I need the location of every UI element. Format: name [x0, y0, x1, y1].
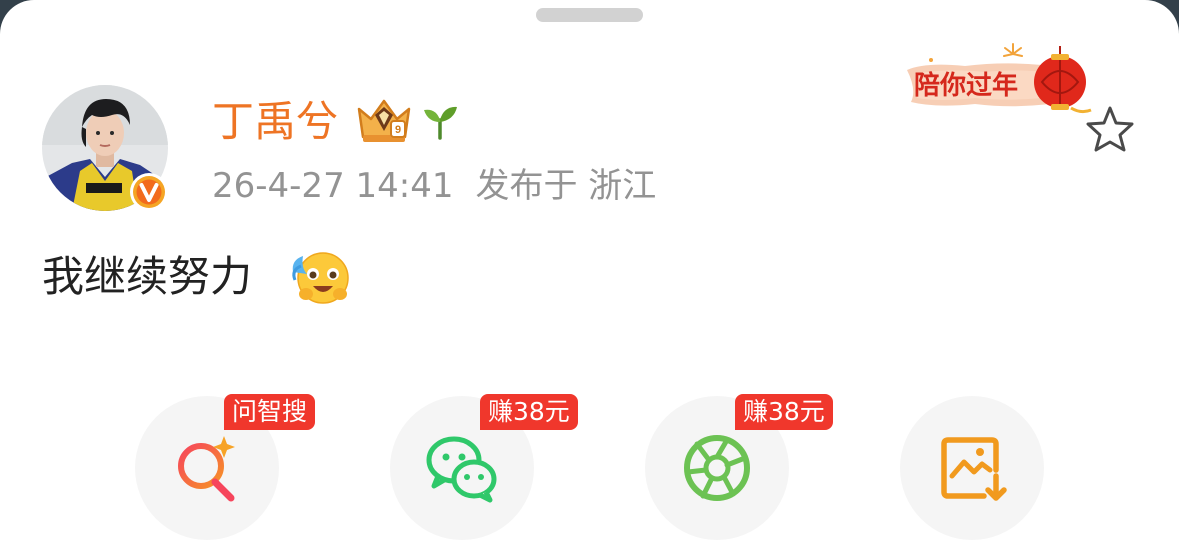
moments-icon: [684, 435, 750, 501]
post-content: 我继续努力: [42, 252, 253, 301]
sprout-icon[interactable]: [420, 102, 460, 140]
verified-badge-icon: [130, 173, 168, 211]
sweat-smile-emoji-icon: [292, 252, 349, 304]
banner-text: 陪你过年: [914, 71, 1019, 101]
post-location: 发布于 浙江: [475, 166, 657, 206]
ai-search-icon: [178, 436, 235, 502]
post-timestamp: 26-4-27 14:41: [212, 166, 454, 206]
favorite-star-icon[interactable]: [1084, 104, 1136, 154]
wechat-icon: [426, 436, 497, 503]
save-image-button[interactable]: [900, 396, 1044, 540]
drag-handle[interactable]: [536, 8, 643, 22]
username[interactable]: 丁禹兮: [212, 94, 338, 150]
vip-crown-icon[interactable]: 9: [355, 97, 413, 145]
bottom-sheet: 丁禹兮 9 26-4-27 14:41 发布于 浙江 陪你过年 我继续努力 问智…: [0, 0, 1179, 540]
wechat-reward-tag: 赚38元: [480, 394, 578, 430]
save-image-icon: [941, 437, 1007, 501]
ai-search-tag: 问智搜: [224, 394, 316, 430]
moments-reward-tag: 赚38元: [735, 394, 833, 430]
svg-text:9: 9: [395, 124, 401, 136]
post-meta: 26-4-27 14:41 发布于 浙江: [212, 163, 656, 209]
